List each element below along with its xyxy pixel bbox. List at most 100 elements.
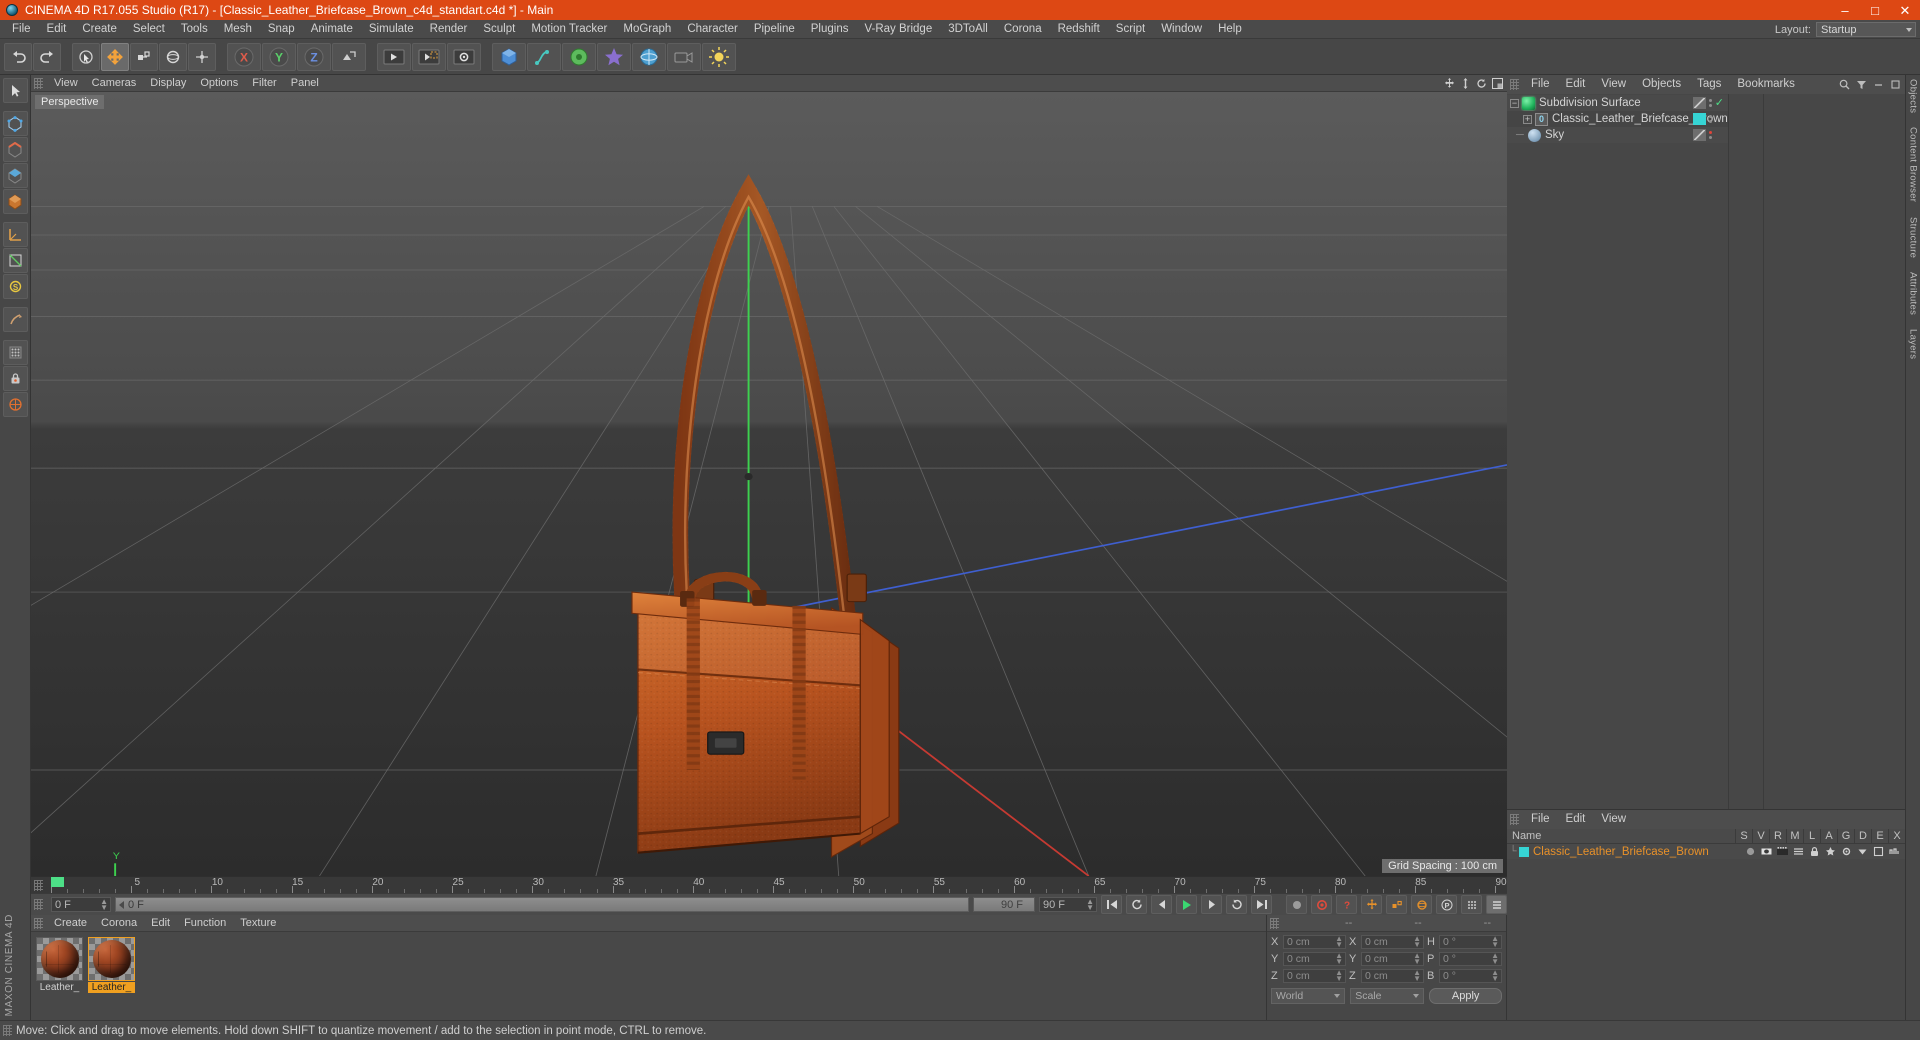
- coord-field-size-x[interactable]: 0 cm ▲ ▼: [1361, 935, 1424, 949]
- spinner-icon[interactable]: ▲ ▼: [1413, 969, 1421, 983]
- layer-list[interactable]: └ Classic_Leather_Briefcase_Brown: [1507, 844, 1905, 1020]
- object-menu-edit[interactable]: Edit: [1558, 75, 1594, 94]
- tab-objects[interactable]: Objects: [1908, 79, 1919, 113]
- coord-field-rot-b[interactable]: 0 ° ▲ ▼: [1439, 969, 1502, 983]
- object-search-icon[interactable]: [1839, 79, 1850, 90]
- step-forward-frame-button[interactable]: [1201, 895, 1222, 914]
- timeline-settings-button[interactable]: [1486, 895, 1507, 914]
- render-view-button[interactable]: [377, 42, 411, 71]
- menu-3dtoall[interactable]: 3DToAll: [940, 20, 996, 39]
- spinner-icon[interactable]: ▲ ▼: [1413, 935, 1421, 949]
- render-region-button[interactable]: [412, 42, 446, 71]
- menu-motion-tracker[interactable]: Motion Tracker: [523, 20, 615, 39]
- coord-field-pos-y[interactable]: 0 cm ▲ ▼: [1283, 952, 1346, 966]
- layer-xpresso-icon[interactable]: [1888, 846, 1901, 857]
- minimize-button[interactable]: –: [1830, 0, 1860, 20]
- tab-structure[interactable]: Structure: [1908, 217, 1919, 258]
- step-back-key-button[interactable]: [1126, 895, 1147, 914]
- layer-render-icon[interactable]: [1776, 846, 1789, 857]
- menu-tools[interactable]: Tools: [173, 20, 216, 39]
- coord-system-dropdown[interactable]: World: [1271, 988, 1346, 1004]
- play-button[interactable]: [1176, 895, 1197, 914]
- menu-file[interactable]: File: [4, 20, 39, 39]
- viewport-menu-options[interactable]: Options: [193, 75, 245, 92]
- tool-texture-axis-icon[interactable]: [2, 248, 28, 273]
- viewport-menu-panel[interactable]: Panel: [284, 75, 326, 92]
- tab-content-browser[interactable]: Content Browser: [1908, 127, 1919, 202]
- spinner-icon[interactable]: ▲ ▼: [1413, 952, 1421, 966]
- object-row-classic-leather-briefcase-brown[interactable]: + 0 Classic_Leather_Briefcase_Brown ✓: [1507, 111, 1728, 127]
- maximize-button[interactable]: □: [1860, 0, 1890, 20]
- step-back-frame-button[interactable]: [1151, 895, 1172, 914]
- spinner-icon[interactable]: ▲ ▼: [100, 897, 108, 911]
- viewport-rotate-icon[interactable]: [1476, 78, 1487, 89]
- visibility-dots[interactable]: [1708, 99, 1712, 107]
- material-menu-function[interactable]: Function: [177, 915, 233, 932]
- menu-character[interactable]: Character: [679, 20, 746, 39]
- coord-field-rot-h[interactable]: 0 ° ▲ ▼: [1439, 935, 1502, 949]
- viewport-menu-cameras[interactable]: Cameras: [85, 75, 144, 92]
- transport-grip-icon[interactable]: [34, 899, 43, 910]
- layer-view-icon[interactable]: [1760, 846, 1773, 857]
- layer-column-l[interactable]: L: [1803, 828, 1820, 844]
- tool-snap-icon[interactable]: [2, 340, 28, 365]
- axis-z-lock-button[interactable]: Z: [297, 42, 331, 71]
- layer-grip-icon[interactable]: [1510, 814, 1519, 825]
- spinner-icon[interactable]: ▲ ▼: [1335, 969, 1343, 983]
- menu-plugins[interactable]: Plugins: [803, 20, 857, 39]
- spinner-icon-2[interactable]: ▲ ▼: [1086, 897, 1094, 911]
- timeline-ruler-track[interactable]: 051015202530354045505560657075808590: [45, 877, 1507, 893]
- object-layer-chip[interactable]: [1692, 113, 1706, 125]
- expand-collapse-icon[interactable]: +: [1523, 114, 1532, 124]
- move-tool-button[interactable]: [101, 42, 129, 71]
- menu-mesh[interactable]: Mesh: [216, 20, 260, 39]
- deformer-button[interactable]: [597, 42, 631, 71]
- timeline-playhead[interactable]: [51, 877, 64, 887]
- scale-tool-button[interactable]: [130, 42, 158, 71]
- layer-color-swatch[interactable]: [1519, 846, 1529, 857]
- tool-selection-icon[interactable]: [2, 78, 28, 103]
- go-to-end-button[interactable]: [1251, 895, 1272, 914]
- coordinates-grip-icon[interactable]: [1270, 917, 1279, 929]
- undo-button[interactable]: [4, 42, 32, 71]
- layer-column-r[interactable]: R: [1769, 828, 1786, 844]
- layer-deformers-icon[interactable]: [1856, 846, 1869, 857]
- material-item[interactable]: Leather_: [36, 937, 83, 1015]
- record-active-objects-button[interactable]: [1286, 895, 1307, 914]
- menu-vray-bridge[interactable]: V-Ray Bridge: [856, 20, 940, 39]
- menu-select[interactable]: Select: [125, 20, 173, 39]
- generator-button[interactable]: [562, 42, 596, 71]
- scene-object-button[interactable]: [632, 42, 666, 71]
- camera-button[interactable]: [667, 42, 701, 71]
- object-maximize-icon[interactable]: [1890, 79, 1901, 90]
- transform-mode-dropdown[interactable]: Scale: [1350, 988, 1425, 1004]
- menu-simulate[interactable]: Simulate: [361, 20, 422, 39]
- object-tag-chip[interactable]: [1692, 97, 1706, 109]
- object-manager-body[interactable]: − Subdivision Surface ✓ + 0 Classic_Leat…: [1507, 94, 1905, 809]
- layout-dropdown[interactable]: Startup: [1816, 22, 1916, 37]
- menu-create[interactable]: Create: [74, 20, 125, 39]
- timeline-scrubber[interactable]: 0 F: [115, 897, 969, 912]
- tool-world-axis-icon[interactable]: [2, 392, 28, 417]
- current-frame-field[interactable]: 0 F ▲ ▼: [51, 897, 111, 912]
- layer-solo-icon[interactable]: [1744, 846, 1757, 857]
- spinner-icon[interactable]: ▲ ▼: [1491, 935, 1499, 949]
- step-forward-key-button[interactable]: [1226, 895, 1247, 914]
- apply-button[interactable]: Apply: [1429, 988, 1502, 1004]
- object-tag-column-b[interactable]: [1764, 94, 1905, 809]
- layer-row[interactable]: └ Classic_Leather_Briefcase_Brown: [1507, 844, 1905, 859]
- layer-menu-edit[interactable]: Edit: [1558, 810, 1594, 829]
- material-menu-corona[interactable]: Corona: [94, 915, 144, 932]
- object-row-sky[interactable]: ─ Sky ✓: [1507, 127, 1728, 143]
- object-menu-view[interactable]: View: [1593, 75, 1634, 94]
- menu-sculpt[interactable]: Sculpt: [475, 20, 523, 39]
- spinner-icon[interactable]: ▲ ▼: [1491, 952, 1499, 966]
- object-menu-file[interactable]: File: [1523, 75, 1558, 94]
- cube-primitive-button[interactable]: [492, 42, 526, 71]
- tool-viewport-solo-icon[interactable]: [2, 307, 28, 332]
- menu-render[interactable]: Render: [422, 20, 476, 39]
- object-filter-icon[interactable]: [1856, 79, 1867, 90]
- live-selection-button[interactable]: [72, 42, 100, 71]
- viewport-scale-icon[interactable]: [1460, 77, 1471, 89]
- position-key-button[interactable]: [1361, 895, 1382, 914]
